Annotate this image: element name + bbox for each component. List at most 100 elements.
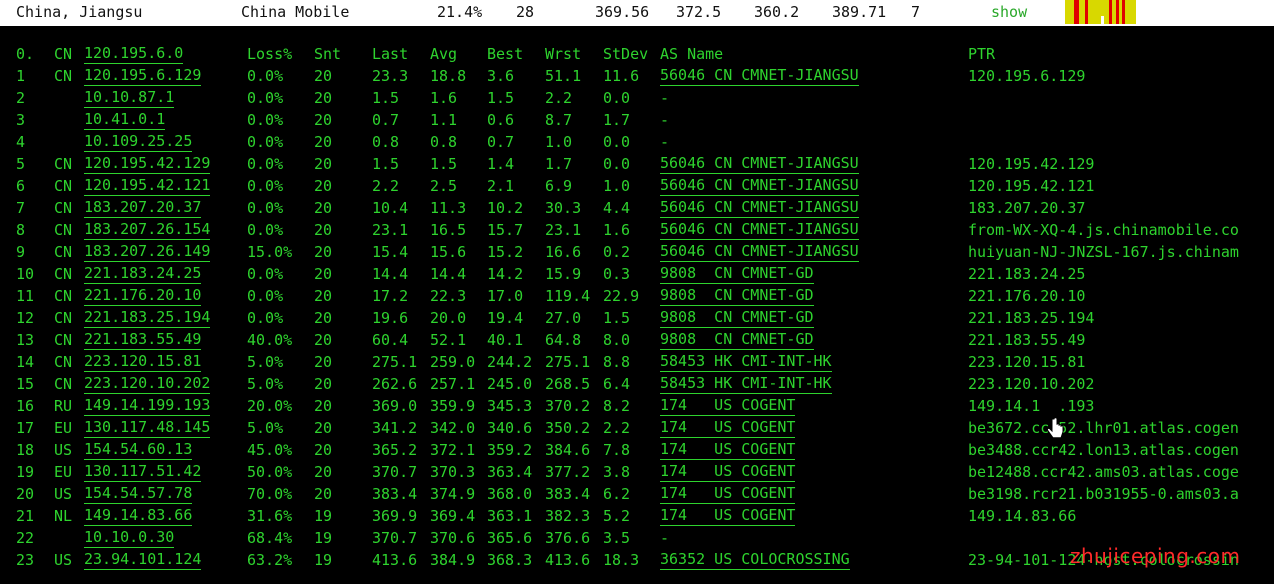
last-latency: 1.5 bbox=[372, 155, 400, 173]
as-name-link[interactable]: 56046 CN CMNET-JIANGSU bbox=[660, 197, 859, 218]
show-details-link[interactable]: show bbox=[991, 3, 1027, 21]
last-latency: 275.1 bbox=[372, 353, 418, 371]
host-link[interactable]: 130.117.48.145 bbox=[84, 417, 211, 438]
summary-avg: 372.5 bbox=[676, 3, 722, 21]
stdev-value: 1.5 bbox=[603, 309, 631, 327]
worst-latency: 51.1 bbox=[545, 67, 582, 85]
host-link[interactable]: 221.183.25.194 bbox=[84, 307, 211, 328]
ptr-name: 221.183.25.194 bbox=[968, 309, 1095, 327]
host-link[interactable]: 10.10.0.30 bbox=[84, 527, 175, 548]
country-code: CN bbox=[54, 265, 73, 283]
host-link[interactable]: 120.195.42.121 bbox=[84, 175, 211, 196]
sent-count: 19 bbox=[314, 507, 333, 525]
host-link[interactable]: 183.207.20.37 bbox=[84, 197, 202, 218]
hop-number: 18 bbox=[16, 441, 35, 459]
as-name-link[interactable]: 9808 CN CMNET-GD bbox=[660, 307, 814, 328]
loss-value: 0.0% bbox=[247, 133, 284, 151]
best-latency: 245.0 bbox=[487, 375, 533, 393]
loss-value: 0.0% bbox=[247, 67, 284, 85]
best-latency: 19.4 bbox=[487, 309, 524, 327]
host-link[interactable]: 130.117.51.42 bbox=[84, 461, 202, 482]
as-name-link[interactable]: 56046 CN CMNET-JIANGSU bbox=[660, 241, 859, 262]
summary-location: China, Jiangsu bbox=[16, 3, 143, 21]
loss-value: 0.0% bbox=[247, 309, 284, 327]
as-name-link[interactable]: 9808 CN CMNET-GD bbox=[660, 285, 814, 306]
sent-count: 20 bbox=[314, 441, 333, 459]
country-code: CN bbox=[54, 243, 73, 261]
best-latency: 368.3 bbox=[487, 551, 533, 569]
loss-value: 45.0% bbox=[247, 441, 293, 459]
sent-count: 20 bbox=[314, 397, 333, 415]
as-name-link[interactable]: 58453 HK CMI-INT-HK bbox=[660, 351, 832, 372]
host-link[interactable]: 10.41.0.1 bbox=[84, 109, 166, 130]
host-link[interactable]: 120.195.42.129 bbox=[84, 153, 211, 174]
last-latency: 370.7 bbox=[372, 529, 418, 547]
host-link[interactable]: 221.176.20.10 bbox=[84, 285, 202, 306]
as-name-link[interactable]: 174 US COGENT bbox=[660, 417, 796, 438]
best-latency: 15.7 bbox=[487, 221, 524, 239]
hop-number: 12 bbox=[16, 309, 35, 327]
header-cc: CN bbox=[54, 45, 73, 63]
country-code: EU bbox=[54, 419, 73, 437]
as-name-link[interactable]: 9808 CN CMNET-GD bbox=[660, 263, 814, 284]
country-code: CN bbox=[54, 155, 73, 173]
as-name-link[interactable]: 56046 CN CMNET-JIANGSU bbox=[660, 175, 859, 196]
hop-number: 22 bbox=[16, 529, 35, 547]
host-link[interactable]: 221.183.24.25 bbox=[84, 263, 202, 284]
hop-number: 20 bbox=[16, 485, 35, 503]
loss-value: 15.0% bbox=[247, 243, 293, 261]
host-link[interactable]: 23.94.101.124 bbox=[84, 549, 202, 570]
worst-latency: 16.6 bbox=[545, 243, 582, 261]
mini-chart-bar bbox=[1109, 0, 1112, 24]
avg-latency: 369.4 bbox=[430, 507, 476, 525]
as-name-link[interactable]: 56046 CN CMNET-JIANGSU bbox=[660, 65, 859, 86]
best-latency: 244.2 bbox=[487, 353, 533, 371]
hop-number: 19 bbox=[16, 463, 35, 481]
sent-count: 20 bbox=[314, 133, 333, 151]
as-name-link[interactable]: 174 US COGENT bbox=[660, 483, 796, 504]
host-link[interactable]: 10.109.25.25 bbox=[84, 131, 193, 152]
country-code: CN bbox=[54, 375, 73, 393]
as-name-link[interactable]: 56046 CN CMNET-JIANGSU bbox=[660, 153, 859, 174]
avg-latency: 359.9 bbox=[430, 397, 476, 415]
host-link[interactable]: 149.14.83.66 bbox=[84, 505, 193, 526]
hop-number: 2 bbox=[16, 89, 26, 107]
as-name-link[interactable]: 174 US COGENT bbox=[660, 505, 796, 526]
as-name-link[interactable]: 36352 US COLOCROSSING bbox=[660, 549, 850, 570]
best-latency: 1.4 bbox=[487, 155, 515, 173]
as-name-link[interactable]: 174 US COGENT bbox=[660, 395, 796, 416]
loss-value: 20.0% bbox=[247, 397, 293, 415]
best-latency: 2.1 bbox=[487, 177, 515, 195]
host-link[interactable]: 183.207.26.154 bbox=[84, 219, 211, 240]
as-name-link[interactable]: 174 US COGENT bbox=[660, 439, 796, 460]
host-link[interactable]: 120.195.6.129 bbox=[84, 65, 202, 86]
host-link[interactable]: 154.54.57.78 bbox=[84, 483, 193, 504]
host-link[interactable]: 223.120.15.81 bbox=[84, 351, 202, 372]
as-name-link[interactable]: 56046 CN CMNET-JIANGSU bbox=[660, 219, 859, 240]
hop-number: 11 bbox=[16, 287, 35, 305]
host-link[interactable]: 154.54.60.13 bbox=[84, 439, 193, 460]
stdev-value: 18.3 bbox=[603, 551, 640, 569]
loss-value: 68.4% bbox=[247, 529, 293, 547]
header-host[interactable]: 120.195.6.0 bbox=[84, 43, 184, 64]
country-code: US bbox=[54, 441, 73, 459]
country-code: CN bbox=[54, 309, 73, 327]
as-name-link[interactable]: 174 US COGENT bbox=[660, 461, 796, 482]
avg-latency: 11.3 bbox=[430, 199, 467, 217]
host-link[interactable]: 183.207.26.149 bbox=[84, 241, 211, 262]
summary-hops: 7 bbox=[911, 3, 921, 21]
as-name-link[interactable]: 58453 HK CMI-INT-HK bbox=[660, 373, 832, 394]
stdev-value: 1.6 bbox=[603, 221, 631, 239]
host-link[interactable]: 149.14.199.193 bbox=[84, 395, 211, 416]
loss-value: 0.0% bbox=[247, 287, 284, 305]
as-name-link[interactable]: 9808 CN CMNET-GD bbox=[660, 329, 814, 350]
host-link[interactable]: 10.10.87.1 bbox=[84, 87, 175, 108]
host-link[interactable]: 223.120.10.202 bbox=[84, 373, 211, 394]
ptr-name: 221.176.20.10 bbox=[968, 287, 1086, 305]
best-latency: 340.6 bbox=[487, 419, 533, 437]
loss-value: 5.0% bbox=[247, 375, 284, 393]
host-link[interactable]: 221.183.55.49 bbox=[84, 329, 202, 350]
sent-count: 20 bbox=[314, 287, 333, 305]
stdev-value: 11.6 bbox=[603, 67, 640, 85]
worst-latency: 350.2 bbox=[545, 419, 591, 437]
